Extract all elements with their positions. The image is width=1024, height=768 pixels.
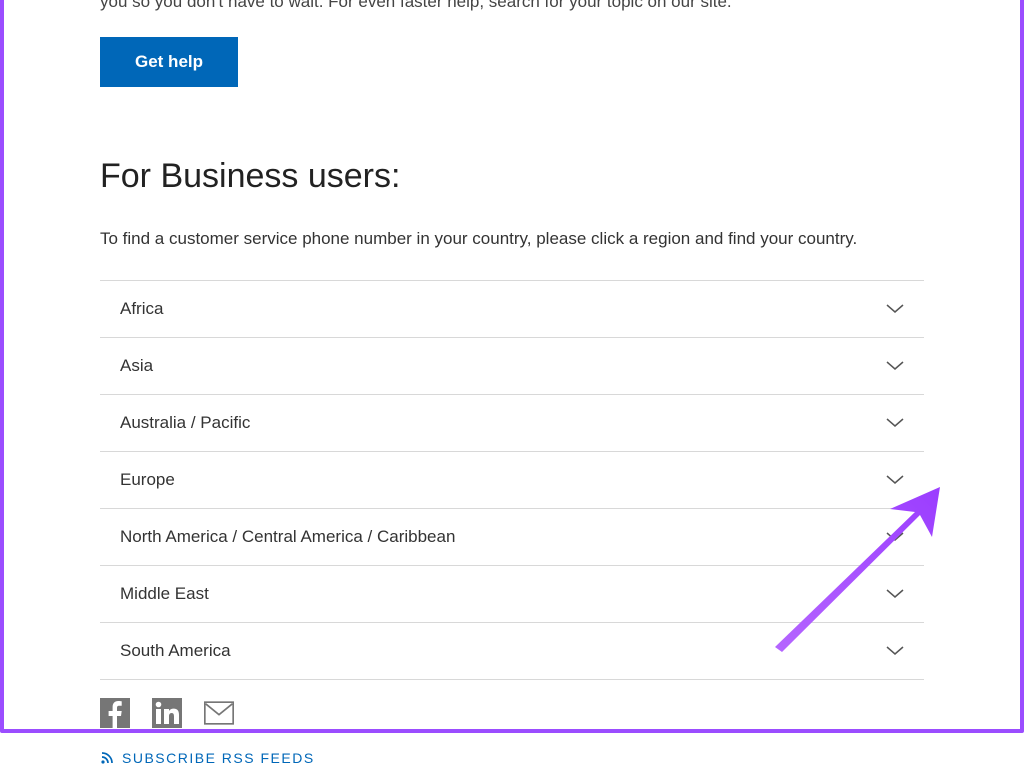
screenshot-frame (0, 0, 1024, 733)
rss-link-label: SUBSCRIBE RSS FEEDS (122, 750, 315, 766)
subscribe-rss-link[interactable]: SUBSCRIBE RSS FEEDS (100, 750, 924, 766)
rss-icon (100, 751, 114, 765)
